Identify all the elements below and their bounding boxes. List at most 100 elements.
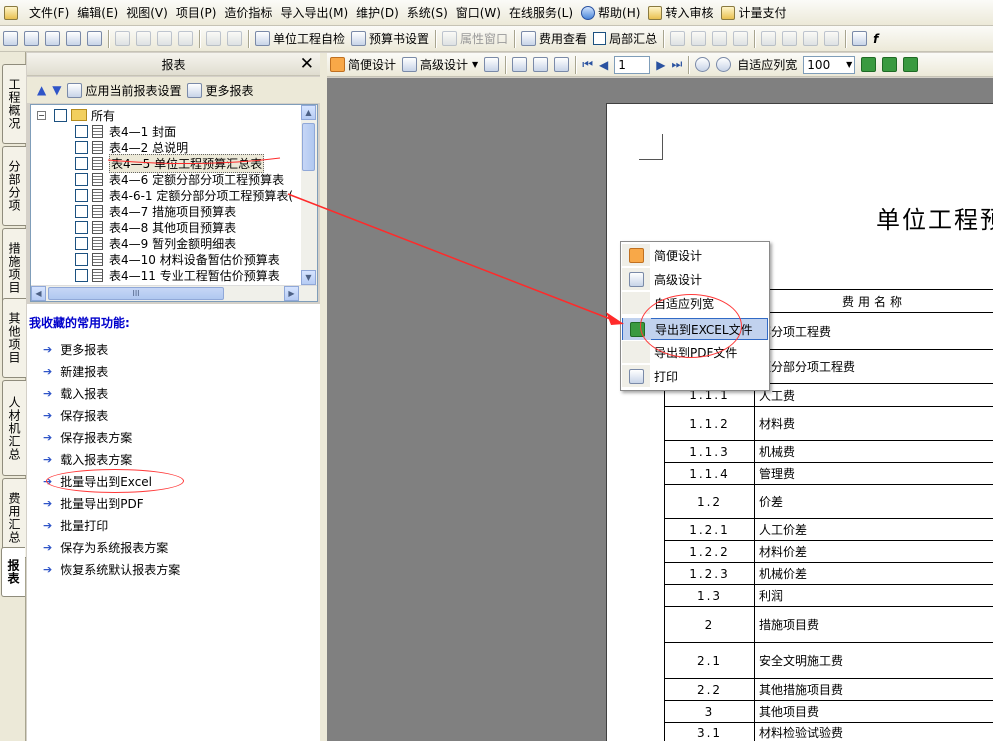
save-icon[interactable] [63, 29, 84, 49]
cut-icon[interactable] [112, 29, 133, 49]
zoom-out-icon[interactable] [713, 55, 734, 75]
collapse-icon[interactable]: − [37, 110, 46, 120]
tree-item[interactable]: 表4—11 专业工程暂估价预算表 [75, 267, 280, 283]
folder-icon[interactable] [84, 29, 105, 49]
app-icon[interactable] [0, 2, 25, 24]
fav-more-reports[interactable]: ➔ 更多报表 [43, 340, 108, 358]
tree-vertical-scrollbar[interactable]: ▲ ▼ [301, 105, 317, 286]
tree-item-checkbox[interactable] [75, 156, 88, 170]
page-input[interactable]: 1 [611, 55, 653, 75]
open-icon[interactable] [42, 29, 63, 49]
move-right-icon[interactable] [779, 29, 800, 49]
fav-batch-export-pdf[interactable]: ➔ 批量导出到PDF [43, 494, 144, 512]
tree-item-checkbox[interactable] [75, 204, 88, 218]
tree-horizontal-scrollbar[interactable]: ◀ III ▶ [31, 285, 317, 301]
tree-item-selected[interactable]: 表4—5 单位工程预算汇总表 [75, 153, 265, 173]
menu-payment[interactable]: 计量支付 [717, 2, 790, 24]
chevron-down-icon[interactable]: ▼ [846, 57, 852, 73]
scroll-thumb[interactable] [302, 123, 315, 171]
budget-settings-button[interactable]: 预算书设置 [348, 29, 432, 49]
prev-icon[interactable] [688, 29, 709, 49]
scroll-up-icon[interactable]: ▲ [301, 105, 316, 120]
tree-item[interactable]: 表4—8 其他项目预算表 [75, 219, 236, 235]
menu-system[interactable]: 系统(S) [403, 2, 452, 24]
ctx-print[interactable]: 打印 [622, 365, 768, 387]
menu-view[interactable]: 视图(V) [122, 2, 172, 24]
prev-page-icon[interactable]: ◀ [596, 55, 611, 75]
redo-icon[interactable] [224, 29, 245, 49]
single-page-icon[interactable] [509, 55, 530, 75]
fee-view-button[interactable]: 费用查看 [518, 29, 590, 49]
tree-item-checkbox[interactable] [75, 268, 88, 282]
close-icon[interactable]: ✕ [300, 54, 314, 74]
apply-report-settings-button[interactable]: 应用当前报表设置 [67, 80, 181, 100]
panel-splitter[interactable] [320, 53, 327, 741]
fav-save-report[interactable]: ➔ 保存报表 [43, 406, 108, 424]
delete-icon[interactable] [175, 29, 196, 49]
simple-design-button[interactable]: 简便设计 [327, 55, 399, 75]
last-icon[interactable] [730, 29, 751, 49]
tab-labor-material[interactable]: 人材机汇总 [2, 380, 26, 476]
menu-edit[interactable]: 编辑(E) [73, 2, 122, 24]
menu-window[interactable]: 窗口(W) [452, 2, 505, 24]
next-icon[interactable] [709, 29, 730, 49]
fav-new-report[interactable]: ➔ 新建报表 [43, 362, 108, 380]
tree-root[interactable]: − 所有 [37, 107, 115, 123]
tab-project-overview[interactable]: 工程概况 [2, 64, 26, 144]
last-page-icon[interactable]: ⏭ [668, 55, 685, 75]
tree-item[interactable]: 表4—7 措施项目预算表 [75, 203, 236, 219]
unit-check-button[interactable]: 单位工程自检 [252, 29, 348, 49]
print-icon[interactable] [481, 55, 502, 75]
local-summary-checkbox[interactable]: 局部汇总 [590, 29, 660, 49]
scroll-down-icon[interactable]: ▼ [301, 270, 316, 285]
menu-file[interactable]: 文件(F) [25, 2, 73, 24]
tree-item-checkbox[interactable] [75, 220, 88, 234]
fav-save-system-scheme[interactable]: ➔ 保存为系统报表方案 [43, 538, 168, 556]
advanced-design-button[interactable]: 高级设计 ▼ [399, 55, 481, 75]
move-up-icon[interactable] [800, 29, 821, 49]
tree-item-checkbox[interactable] [75, 188, 88, 202]
dropdown-icon[interactable]: ▼ [472, 60, 478, 69]
fav-restore-default-scheme[interactable]: ➔ 恢复系统默认报表方案 [43, 560, 180, 578]
tree-item[interactable]: 表4-6-1 定额分部分项工程预算表( [75, 187, 293, 203]
tree-item-checkbox[interactable] [75, 172, 88, 186]
page-number[interactable]: 1 [614, 55, 651, 74]
export-excel-all-icon[interactable] [879, 55, 900, 75]
tab-other-items[interactable]: 其他项目 [2, 298, 26, 378]
ctx-simple-design[interactable]: 简便设计 [622, 244, 768, 266]
fav-batch-print[interactable]: ➔ 批量打印 [43, 516, 108, 534]
calculator-icon[interactable] [849, 29, 870, 49]
two-page-icon[interactable] [530, 55, 551, 75]
more-reports-button[interactable]: 更多报表 [187, 80, 254, 100]
tree-item[interactable]: 表4—6 定额分部分项工程预算表 [75, 171, 284, 187]
export-excel-icon[interactable] [858, 55, 879, 75]
menu-import-export[interactable]: 导入导出(M) [276, 2, 352, 24]
move-down-icon[interactable] [821, 29, 842, 49]
new-icon[interactable] [0, 29, 21, 49]
property-window-button[interactable]: 属性窗口 [439, 29, 511, 49]
copy-icon[interactable] [133, 29, 154, 49]
tab-measures[interactable]: 措施项目 [2, 228, 26, 308]
paste-icon[interactable] [154, 29, 175, 49]
scroll-left-icon[interactable]: ◀ [31, 286, 46, 301]
menu-project[interactable]: 项目(P) [172, 2, 221, 24]
menu-cost-index[interactable]: 造价指标 [220, 2, 276, 24]
tab-reports[interactable]: 报表 [1, 547, 25, 597]
tree-item-checkbox[interactable] [75, 124, 88, 138]
menu-audit[interactable]: 转入审核 [644, 2, 717, 24]
undo-icon[interactable] [203, 29, 224, 49]
auto-fit-button[interactable]: 自适应列宽 [734, 55, 800, 75]
tree-item[interactable]: 表4—9 暂列金额明细表 [75, 235, 236, 251]
menu-maintain[interactable]: 维护(D) [352, 2, 403, 24]
new-project-icon[interactable] [21, 29, 42, 49]
fav-save-report-scheme[interactable]: ➔ 保存报表方案 [43, 428, 132, 446]
tree-item-checkbox[interactable] [75, 252, 88, 266]
tree-item[interactable]: 表4—10 材料设备暂估价预算表 [75, 251, 280, 267]
formula-icon[interactable]: f [870, 29, 881, 49]
menu-help[interactable]: 帮助(H) [577, 2, 644, 24]
tree-item[interactable]: 表4—1 封面 [75, 123, 176, 139]
multi-page-icon[interactable] [551, 55, 572, 75]
tab-divisional[interactable]: 分部分项 [2, 146, 26, 226]
first-icon[interactable] [667, 29, 688, 49]
fav-load-report-scheme[interactable]: ➔ 载入报表方案 [43, 450, 132, 468]
